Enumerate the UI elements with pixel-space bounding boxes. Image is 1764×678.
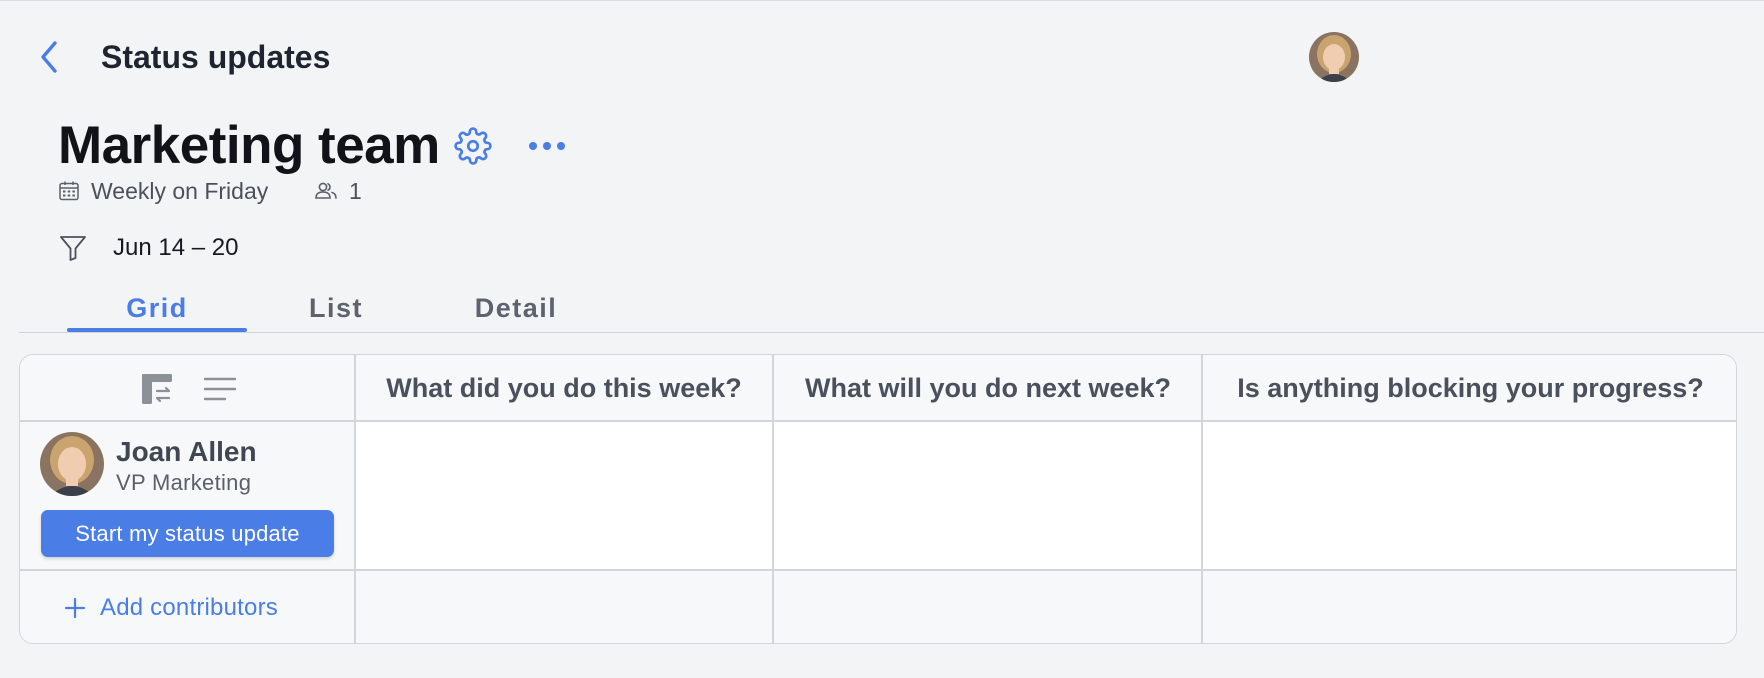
filter-icon (60, 236, 86, 261)
tab-grid[interactable]: Grid (67, 285, 247, 331)
back-button[interactable] (34, 37, 64, 77)
contributors-count: 1 (314, 177, 362, 205)
chevron-left-icon (41, 41, 57, 73)
more-horizontal-icon (529, 142, 565, 150)
divider (20, 569, 1736, 571)
user-avatar[interactable] (1309, 32, 1359, 82)
start-status-update-button[interactable]: Start my status update (41, 510, 334, 557)
question-header: Is anything blocking your progress? (1237, 372, 1704, 403)
gear-icon (454, 127, 492, 165)
swap-layout-icon (142, 374, 172, 404)
tab-detail[interactable]: Detail (460, 285, 572, 331)
more-options-button[interactable] (526, 127, 568, 165)
text-lines-icon (203, 377, 237, 401)
date-range[interactable]: Jun 14 – 20 (113, 233, 238, 263)
people-icon (315, 182, 337, 199)
add-contributors-button[interactable]: Add contributors (64, 592, 278, 624)
contributors-count-label: 1 (349, 177, 362, 204)
add-contributors-label: Add contributors (100, 594, 278, 621)
avatar (40, 432, 104, 496)
topbar-title: Status updates (101, 39, 331, 75)
answer-cell[interactable] (774, 421, 1201, 569)
question-header: What will you do next week? (804, 372, 1172, 403)
schedule-info: Weekly on Friday (58, 177, 268, 205)
settings-button[interactable] (452, 125, 494, 167)
status-grid: What did you do this week? What will you… (19, 354, 1737, 644)
filter-button[interactable] (58, 233, 88, 263)
contributor-role: VP Marketing (116, 470, 252, 495)
text-layout-button[interactable] (200, 369, 240, 409)
schedule-label: Weekly on Friday (91, 177, 269, 204)
answer-cell[interactable] (355, 421, 772, 569)
page-title: Marketing team (58, 116, 440, 175)
contributor-name: Joan Allen (116, 436, 257, 467)
calendar-icon (59, 181, 79, 201)
tabs-divider (19, 332, 1764, 333)
question-header: What did you do this week? (386, 372, 742, 403)
swap-layout-button[interactable] (137, 369, 177, 409)
plus-icon (64, 597, 86, 619)
tab-list[interactable]: List (290, 285, 382, 331)
answer-cell[interactable] (1203, 421, 1736, 569)
